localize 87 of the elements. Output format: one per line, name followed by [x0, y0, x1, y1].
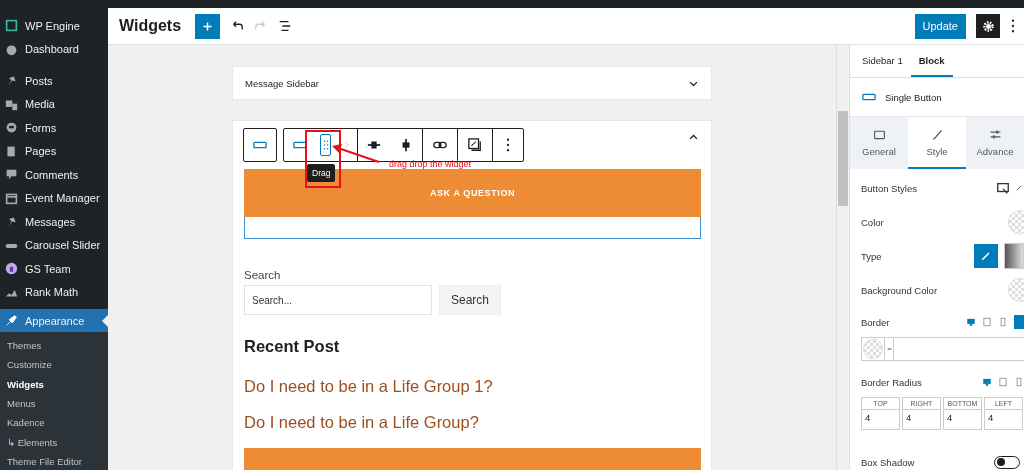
menu-icon [5, 168, 18, 182]
more-button[interactable] [1010, 19, 1016, 33]
post-link[interactable]: Do I need to be in a Life Group 1? [244, 377, 701, 396]
menu-item[interactable]: Rank Math [0, 280, 108, 304]
more-icon [1010, 19, 1016, 33]
undo-icon [230, 19, 245, 33]
search-button[interactable]: Search [439, 285, 502, 315]
chevron-right-icon [342, 139, 352, 151]
annotation-arrow [332, 143, 380, 163]
plus-icon [201, 19, 215, 33]
menu-item[interactable]: Pages [0, 139, 108, 163]
desktop-icon [966, 317, 976, 327]
menu-item[interactable]: Messages [0, 210, 108, 234]
menu-item[interactable]: Event Manager [0, 186, 108, 210]
solid-type-button[interactable] [974, 244, 998, 268]
settings-tab[interactable]: Advance [966, 117, 1024, 169]
settings-tab[interactable]: Style [908, 117, 966, 169]
submenu-item[interactable]: Themes [0, 336, 108, 356]
setting-label: Box Shadow [861, 456, 915, 468]
menu-item[interactable]: Comments [0, 163, 108, 187]
update-button[interactable]: Update [914, 13, 966, 39]
setting-label: Background Color [861, 284, 938, 296]
recent-posts-heading: Recent Post [244, 337, 341, 356]
menu-icon [5, 19, 18, 33]
widget-area-title: Message Sidebar [245, 77, 319, 89]
tooltip: Drag [307, 164, 336, 182]
submenu-item[interactable]: Menus [0, 393, 108, 414]
menu-icon [5, 262, 18, 276]
desktop-icon [982, 377, 992, 387]
menu-item[interactable]: WP Engine [0, 14, 108, 38]
copy-style-icon [468, 138, 482, 152]
gradient-type-button[interactable] [1004, 243, 1024, 269]
add-block-button[interactable] [195, 13, 221, 39]
menu-item[interactable]: GS Team [0, 257, 108, 281]
settings-tab[interactable]: General [850, 117, 908, 169]
submenu-item[interactable]: ↳ Elements [0, 432, 108, 452]
submenu-item[interactable]: Theme File Editor [0, 451, 108, 470]
setting-label: Border Radius [861, 376, 922, 388]
settings-button[interactable] [976, 14, 1000, 38]
submenu-item[interactable]: Widgets [0, 374, 108, 394]
block-type-button[interactable] [243, 128, 277, 162]
menu-icon [5, 191, 18, 205]
widget-area[interactable]: Message Sidebar [232, 66, 712, 100]
brush-icon [930, 127, 944, 141]
phone-icon [1014, 377, 1024, 387]
submenu-item[interactable]: Kadence [0, 413, 108, 433]
more-icon [505, 138, 511, 152]
sidebar-tab[interactable]: Block [910, 45, 953, 77]
highlight-frame [305, 130, 341, 188]
submenu-item[interactable]: Customize [0, 355, 108, 375]
list-icon [278, 19, 293, 33]
brush-icon [980, 250, 992, 262]
annotation-text: drag drop the widget [389, 159, 472, 169]
menu-item[interactable]: Media [0, 92, 108, 116]
sliders-icon [988, 127, 1002, 141]
setting-label: Border [861, 316, 890, 328]
search-field[interactable]: Search... [244, 285, 432, 315]
phone-icon [998, 317, 1008, 327]
menu-icon [5, 121, 18, 135]
drag-handle[interactable] [320, 134, 331, 156]
scrollbar[interactable] [836, 45, 849, 470]
menu-icon [5, 42, 18, 56]
setting-label: Type [861, 250, 882, 262]
undo-button[interactable] [230, 19, 245, 33]
menu-item[interactable]: Appearance [0, 309, 108, 332]
menu-item[interactable]: Forms [0, 116, 108, 140]
settings-icon [981, 19, 995, 33]
color-swatch[interactable] [863, 339, 883, 359]
menu-item[interactable]: Carousel Slider [0, 233, 108, 257]
tablet-icon [998, 377, 1008, 387]
menu-item[interactable]: Posts [0, 69, 108, 93]
search-label: Search [244, 269, 282, 281]
sidebar-tab[interactable]: Sidebar 1 [854, 45, 911, 77]
menu-icon [5, 314, 18, 327]
menu-icon [5, 144, 18, 158]
menu-item[interactable]: Dashboard [0, 37, 108, 61]
page-title: Widgets [119, 17, 182, 35]
post-link[interactable]: Do I need to be in a Life Group? [244, 413, 701, 432]
display-icon [996, 181, 1010, 195]
border-field[interactable] [861, 337, 1024, 361]
setting-label: Button Styles [861, 182, 917, 194]
menu-icon [5, 97, 18, 111]
tablet-icon [982, 317, 992, 327]
setting-label: Color [861, 216, 884, 228]
drag-icon [322, 138, 329, 152]
block-name: Single Button [885, 91, 942, 103]
list-view-button[interactable] [278, 19, 293, 33]
